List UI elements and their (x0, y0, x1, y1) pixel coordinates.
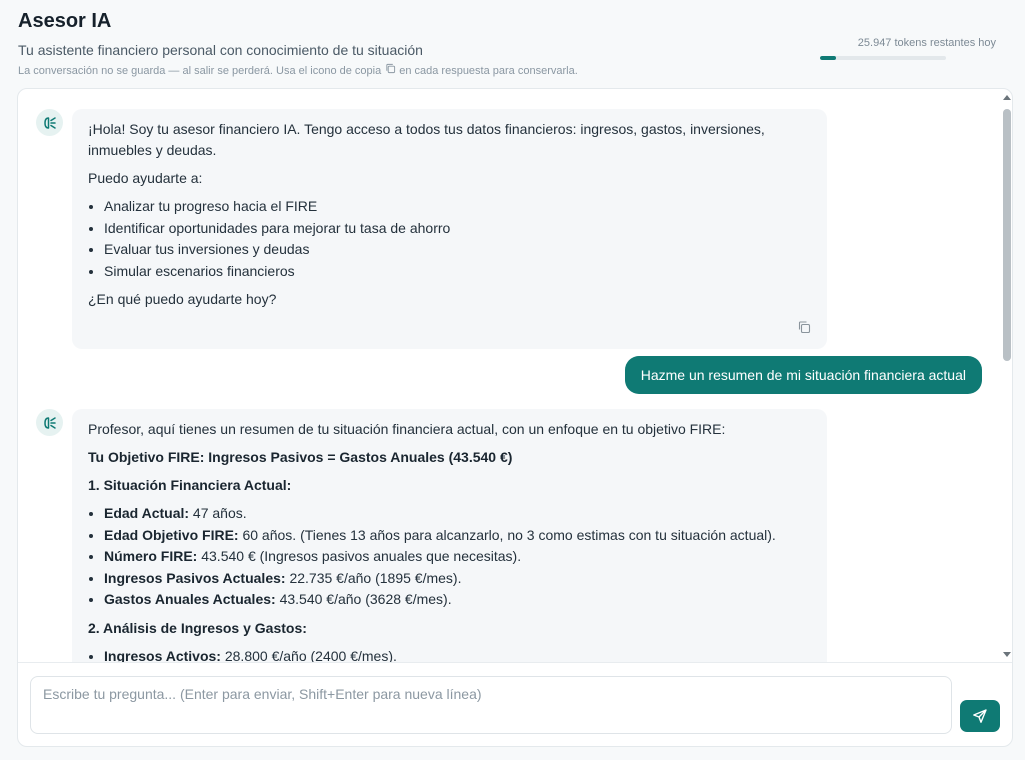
assistant-avatar (36, 109, 63, 136)
bot-icon (43, 416, 56, 429)
notice-text-before: La conversación no se guarda — al salir … (18, 64, 382, 77)
message-heading: Tu Objetivo FIRE: Ingresos Pasivos = Gas… (88, 447, 811, 468)
message-heading: 2. Análisis de Ingresos y Gastos: (88, 618, 811, 639)
page-header: Asesor IA Tu asistente financiero person… (18, 8, 1008, 78)
message-paragraph: Profesor, aquí tienes un resumen de tu s… (88, 421, 726, 437)
copy-message-button[interactable] (797, 319, 811, 334)
assistant-message: ¡Hola! Soy tu asesor financiero IA. Teng… (36, 109, 856, 349)
item-label: Edad Actual: (104, 505, 190, 521)
notice-text-after: en cada respuesta para conservarla. (399, 64, 578, 77)
conversation-notice: La conversación no se guarda — al salir … (18, 63, 1008, 78)
scroll-down-arrow-icon[interactable] (1003, 652, 1011, 657)
item-text: 43.540 €/año (3628 €/mes). (275, 591, 452, 607)
message-list: Analizar tu progreso hacia el FIRE Ident… (104, 196, 811, 282)
list-item: Edad Actual: 47 años. (104, 503, 811, 525)
message-paragraph: ¡Hola! Soy tu asesor financiero IA. Teng… (88, 121, 765, 158)
message-list: Ingresos Activos: 28.800 €/año (2400 €/m… (104, 646, 811, 663)
item-text: 22.735 €/año (1895 €/mes). (285, 569, 462, 586)
assistant-bubble: ¡Hola! Soy tu asesor financiero IA. Teng… (72, 109, 827, 349)
list-item: Edad Objetivo FIRE: 60 años. (Tienes 13 … (104, 525, 811, 547)
page-title: Asesor IA (18, 10, 112, 32)
chat-messages[interactable]: ¡Hola! Soy tu asesor financiero IA. Teng… (18, 89, 1012, 663)
send-icon (973, 709, 987, 723)
assistant-avatar (36, 409, 63, 436)
assistant-message: Profesor, aquí tienes un resumen de tu s… (36, 409, 856, 663)
message-paragraph: Puedo ayudarte a: (88, 170, 203, 186)
send-button[interactable] (960, 700, 1000, 732)
list-item: Analizar tu progreso hacia el FIRE (104, 196, 811, 218)
list-item: Evaluar tus inversiones y deudas (104, 239, 811, 261)
copy-icon (798, 321, 811, 334)
bot-icon (43, 116, 56, 129)
list-item: Gastos Anuales Actuales: 43.540 €/año (3… (104, 589, 811, 611)
chat-panel: ¡Hola! Soy tu asesor financiero IA. Teng… (17, 88, 1013, 747)
section-heading: 2. Análisis de Ingresos y Gastos: (88, 619, 307, 636)
item-label: Gastos Anuales Actuales: (104, 591, 276, 607)
chat-scrollbar[interactable] (1000, 89, 1012, 662)
list-item: Identificar oportunidades para mejorar t… (104, 218, 811, 240)
scrollbar-thumb[interactable] (1003, 109, 1011, 361)
list-item: Ingresos Pasivos Actuales: 22.735 €/año … (104, 568, 811, 590)
item-label: Edad Objetivo FIRE: (104, 526, 239, 543)
tokens-progress-fill (820, 56, 837, 60)
user-message: Hazme un resumen de mi situación financi… (624, 356, 982, 394)
message-list: Edad Actual: 47 años. Edad Objetivo FIRE… (104, 503, 811, 611)
token-usage: 25.947 tokens restantes hoy (816, 36, 996, 60)
assistant-bubble: Profesor, aquí tienes un resumen de tu s… (72, 409, 827, 663)
list-item: Simular escenarios financieros (104, 261, 811, 283)
tokens-remaining-text: 25.947 tokens restantes hoy (857, 37, 996, 49)
item-label: Ingresos Pasivos Actuales: (104, 569, 286, 586)
item-text: 60 años. (Tienes 13 años para alcanzarlo… (238, 526, 776, 543)
list-item: Ingresos Activos: 28.800 €/año (2400 €/m… (104, 646, 811, 663)
item-label: Ingresos Activos: (104, 647, 221, 663)
message-heading: 1. Situación Financiera Actual: (88, 475, 811, 496)
tokens-progress-bar (820, 56, 946, 60)
fire-objective: Tu Objetivo FIRE: Ingresos Pasivos = Gas… (88, 449, 513, 465)
item-text: 47 años. (189, 505, 247, 521)
item-text: 43.540 € (Ingresos pasivos anuales que n… (197, 548, 522, 564)
item-label: Número FIRE: (104, 548, 198, 564)
message-input-container (30, 676, 952, 734)
section-heading: 1. Situación Financiera Actual: (88, 477, 292, 493)
list-item: Número FIRE: 43.540 € (Ingresos pasivos … (104, 546, 811, 568)
copy-icon (385, 63, 396, 78)
message-paragraph: ¿En qué puedo ayudarte hoy? (88, 291, 277, 307)
scroll-up-arrow-icon[interactable] (1003, 95, 1011, 100)
item-text: 28.800 €/año (2400 €/mes). (220, 647, 397, 663)
message-input[interactable] (31, 677, 951, 733)
